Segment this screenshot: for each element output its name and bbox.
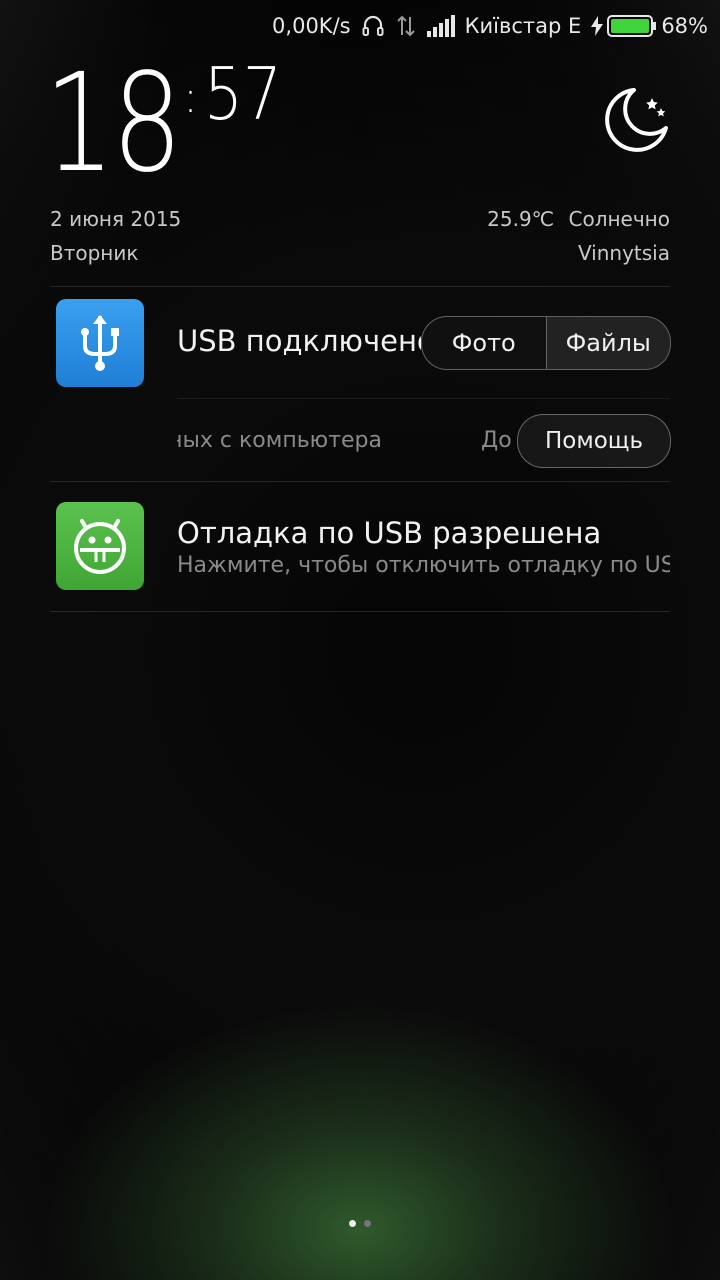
date-block: 2 июня 2015 Вторник <box>50 202 181 270</box>
lockscreen-clock: 18 : 57 <box>44 56 296 192</box>
moon-stars-icon <box>600 84 672 160</box>
notification-subtitle: Нажмите, чтобы отключить отладку по USB <box>177 553 670 578</box>
page-dot-active <box>349 1220 356 1227</box>
battery-percent: 68% <box>661 14 708 38</box>
page-indicator <box>0 1220 720 1227</box>
data-transfer-icon <box>395 14 417 38</box>
network-type: E <box>568 14 582 38</box>
divider <box>177 398 670 399</box>
photo-mode-button[interactable]: Фото <box>422 317 546 369</box>
weather-block: 25.9℃ Солнечно Vinnytsia <box>487 202 670 270</box>
secondary-hint: До <box>481 428 512 453</box>
notification-title: USB подключено <box>177 324 421 358</box>
notification-title: Отладка по USB разрешена <box>177 516 602 550</box>
carrier-name: Київстар <box>464 14 562 38</box>
signal-icon <box>426 15 455 37</box>
usb-icon <box>56 299 144 387</box>
android-debug-icon <box>56 502 144 590</box>
help-button[interactable]: Помощь <box>517 414 671 468</box>
usb-mode-selector[interactable]: Фото Файлы <box>421 316 671 370</box>
notification-subtitle: Режим передачи данных с компьютера <box>177 428 382 453</box>
date-text: 2 июня 2015 <box>50 207 182 231</box>
clock-hours: 18 <box>44 45 183 203</box>
net-speed: 0,00K/s <box>272 14 351 38</box>
weekday-text: Вторник <box>50 241 139 265</box>
divider <box>50 286 670 287</box>
headset-icon <box>361 14 385 38</box>
divider <box>50 611 670 612</box>
battery-icon <box>607 14 657 38</box>
subtitle-text: Режим передачи данных с компьютера <box>177 428 382 453</box>
weather-condition: Солнечно <box>568 207 671 231</box>
clock-colon: : <box>183 72 198 123</box>
battery-indicator: 68% <box>591 14 708 38</box>
page-dot <box>364 1220 371 1227</box>
charging-icon <box>591 16 604 36</box>
files-mode-button[interactable]: Файлы <box>545 317 670 369</box>
divider <box>50 481 670 482</box>
clock-minutes: 57 <box>203 52 282 136</box>
temperature: 25.9℃ <box>487 207 555 231</box>
city-name: Vinnytsia <box>577 241 670 265</box>
